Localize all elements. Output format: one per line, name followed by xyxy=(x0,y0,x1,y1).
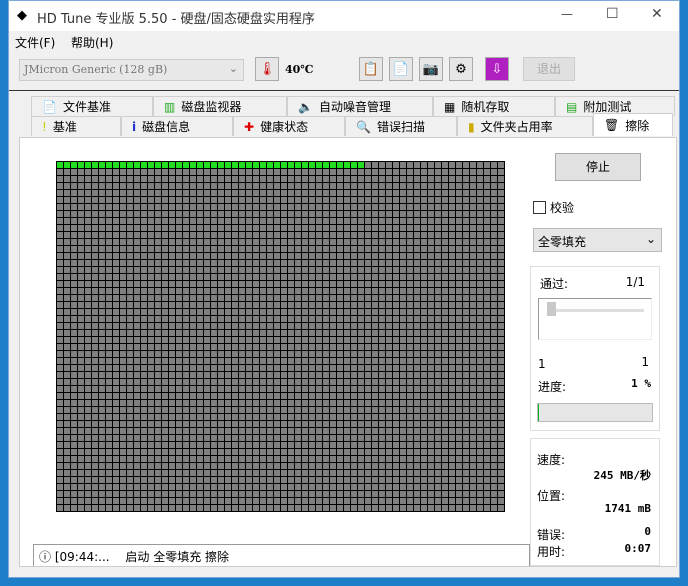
slider-max: 1 xyxy=(641,355,649,369)
verify-checkbox[interactable]: 校验 xyxy=(533,199,574,216)
pass-slider[interactable] xyxy=(538,298,652,340)
progress-label: 进度: xyxy=(538,380,567,394)
checkbox-box xyxy=(533,201,546,214)
verify-label: 校验 xyxy=(550,201,575,215)
progress-bar xyxy=(537,403,653,422)
chevron-down-icon: ⌄ xyxy=(645,232,656,246)
position-value: 1741 mB xyxy=(604,502,651,515)
pass-label: 通过: xyxy=(540,277,569,291)
info-icon: i xyxy=(132,119,137,134)
chevron-down-icon: ⌄ xyxy=(228,62,238,75)
camera-icon: 📷 xyxy=(422,61,440,77)
save-button[interactable]: ⇩ xyxy=(485,57,509,81)
progress-fill xyxy=(538,404,540,421)
trash-icon: 🗑 xyxy=(604,118,620,132)
progress-value: 1 % xyxy=(631,377,651,390)
tab-file-benchmark[interactable]: 📄 文件基准 xyxy=(31,96,153,116)
menu-bar: 文件(F) 帮助(H) xyxy=(9,31,679,53)
tab-folder-usage[interactable]: ▮ 文件夹占用率 xyxy=(457,116,593,136)
drive-select[interactable]: JMicron Generic (128 gB) ⌄ xyxy=(19,59,244,81)
screenshot-button[interactable]: 📷 xyxy=(419,57,443,81)
block-map xyxy=(56,161,505,512)
time-label: 用时: xyxy=(537,545,566,559)
options-button[interactable]: ⚙ xyxy=(449,57,473,81)
pass-value: 1/1 xyxy=(625,275,645,289)
speed-label: 速度: xyxy=(537,453,566,467)
errors-value: 0 xyxy=(644,525,651,538)
tab-label: 健康状态 xyxy=(260,120,309,134)
file-benchmark-icon: 📄 xyxy=(42,99,57,114)
method-value: 全零填充 xyxy=(538,235,587,249)
menu-help[interactable]: 帮助(H) xyxy=(71,34,113,51)
erase-panel: 停止 校验 全零填充 ⌄ 通过: 1/1 1 1 进度: 1 % 速度: 245 … xyxy=(19,137,677,567)
disk-monitor-icon: ▥ xyxy=(164,99,176,114)
copy-info-button[interactable]: 📋 xyxy=(359,57,383,81)
toolbar: JMicron Generic (128 gB) ⌄ 🌡 40℃ 📋 📄 📷 ⚙ … xyxy=(9,53,679,91)
pass-group: 通过: 1/1 1 1 进度: 1 % xyxy=(530,266,660,431)
tab-label: 文件夹占用率 xyxy=(480,120,553,134)
tab-label: 自动噪音管理 xyxy=(318,100,391,114)
benchmark-icon: ! xyxy=(42,119,47,134)
temperature: 40℃ xyxy=(285,63,314,76)
tab-label: 基准 xyxy=(52,120,77,134)
tab-aam[interactable]: 🔈 自动噪音管理 xyxy=(287,96,433,116)
tabs-row-1: 📄 文件基准 ▥ 磁盘监视器 🔈 自动噪音管理 ▦ 随机存取 ▤ 附加测试 xyxy=(31,96,675,116)
tab-error-scan[interactable]: 🔍 错误扫描 xyxy=(345,116,457,136)
options-icon: ⚙ xyxy=(455,61,467,77)
window-title: HD Tune 专业版 5.50 - 硬盘/固态硬盘实用程序 xyxy=(37,12,315,27)
tab-label: 文件基准 xyxy=(62,100,111,114)
magnifier-icon: 🔍 xyxy=(356,119,371,134)
tab-label: 磁盘信息 xyxy=(142,120,191,134)
app-window: ◆ HD Tune 专业版 5.50 - 硬盘/固态硬盘实用程序 — ☐ ✕ 文… xyxy=(8,0,680,578)
extra-tests-icon: ▤ xyxy=(566,99,578,114)
position-label: 位置: xyxy=(537,489,566,503)
arrow-down-icon: ⇩ xyxy=(491,61,503,77)
title-bar: ◆ HD Tune 专业版 5.50 - 硬盘/固态硬盘实用程序 — ☐ ✕ xyxy=(9,1,679,31)
tab-random-access[interactable]: ▦ 随机存取 xyxy=(433,96,555,116)
tab-erase[interactable]: 🗑 擦除 xyxy=(593,113,673,136)
log-message: 启动 全零填充 擦除 xyxy=(125,550,230,564)
thermometer-icon: 🌡 xyxy=(255,57,279,81)
method-select[interactable]: 全零填充 ⌄ xyxy=(533,228,662,252)
tab-disk-monitor[interactable]: ▥ 磁盘监视器 xyxy=(153,96,287,116)
maximize-button[interactable]: ☐ xyxy=(606,6,619,22)
tab-disk-info[interactable]: i 磁盘信息 xyxy=(121,116,233,136)
close-button[interactable]: ✕ xyxy=(651,6,663,22)
tab-label: 错误扫描 xyxy=(376,120,425,134)
copy-all-button[interactable]: 📄 xyxy=(389,57,413,81)
stats-group: 速度: 245 MB/秒 位置: 1741 mB 错误: 0 用时: 0:07 xyxy=(530,438,660,566)
drive-name: JMicron Generic (128 gB) xyxy=(24,63,168,76)
stop-button[interactable]: 停止 xyxy=(555,153,641,181)
tab-label: 磁盘监视器 xyxy=(181,100,242,114)
folder-icon: ▮ xyxy=(468,119,475,134)
tabs-row-2: ! 基准 i 磁盘信息 ✚ 健康状态 🔍 错误扫描 ▮ 文件夹占用率 🗑 擦除 xyxy=(31,113,673,136)
tab-label: 随机存取 xyxy=(461,100,510,114)
copy-icon: 📋 xyxy=(362,61,380,77)
log-time: [09:44:... xyxy=(54,550,110,564)
errors-label: 错误: xyxy=(537,528,566,542)
log-list: ⓘ [09:44:... 启动 全零填充 擦除 xyxy=(33,544,530,566)
menu-file[interactable]: 文件(F) xyxy=(15,34,55,51)
block-map-completed xyxy=(56,161,365,169)
exit-button[interactable]: 退出 xyxy=(523,57,575,81)
app-icon: ◆ xyxy=(17,8,27,23)
tab-health[interactable]: ✚ 健康状态 xyxy=(233,116,345,136)
slider-track xyxy=(549,309,644,312)
slider-min: 1 xyxy=(538,357,546,371)
info-icon: ⓘ xyxy=(39,550,52,564)
copy-all-icon: 📄 xyxy=(392,61,410,77)
time-value: 0:07 xyxy=(624,542,652,555)
tab-label: 擦除 xyxy=(625,118,650,133)
speaker-icon: 🔈 xyxy=(298,99,313,114)
health-icon: ✚ xyxy=(244,119,255,134)
speed-value: 245 MB/秒 xyxy=(593,469,651,482)
tab-benchmark[interactable]: ! 基准 xyxy=(31,116,121,136)
random-access-icon: ▦ xyxy=(444,99,456,114)
slider-thumb[interactable] xyxy=(547,302,556,316)
minimize-button[interactable]: — xyxy=(561,7,573,21)
